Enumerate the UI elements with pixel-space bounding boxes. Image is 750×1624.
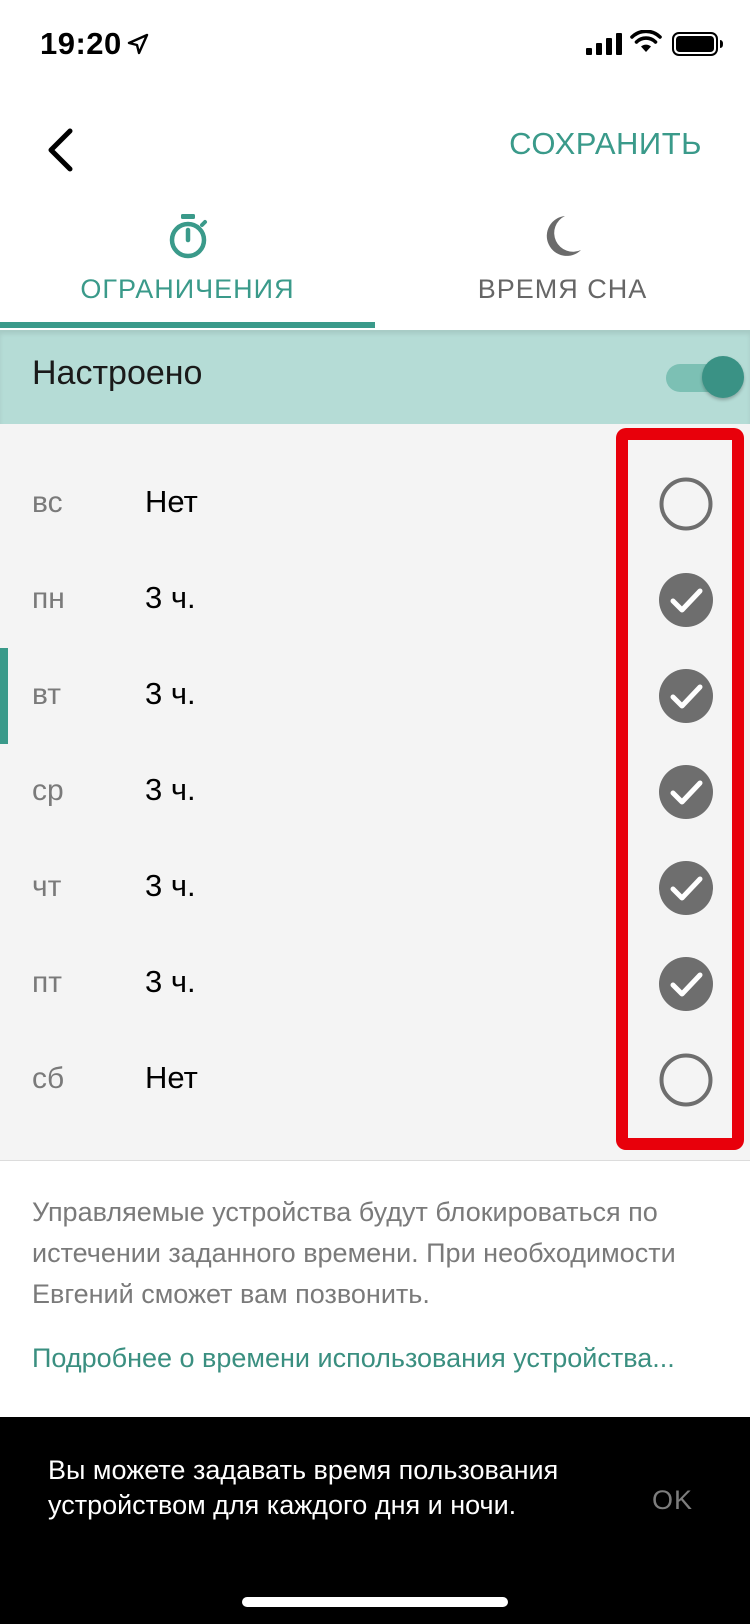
day-name: сб	[32, 1062, 65, 1095]
info-description: Управляемые устройства будут блокировать…	[32, 1197, 676, 1309]
day-row-thursday[interactable]: чт 3 ч.	[0, 840, 750, 936]
checked-circle-icon[interactable]	[658, 956, 714, 1012]
tab-selected-indicator	[0, 322, 375, 328]
configured-label: Настроено	[32, 354, 203, 392]
chevron-left-icon	[48, 128, 73, 172]
location-arrow-icon	[127, 33, 149, 55]
checked-circle-icon[interactable]	[658, 668, 714, 724]
checked-circle-icon[interactable]	[658, 572, 714, 628]
day-row-wednesday[interactable]: ср 3 ч.	[0, 744, 750, 840]
day-row-saturday[interactable]: сб Нет	[0, 1032, 750, 1128]
snackbar: Вы можете задавать время пользования уст…	[0, 1417, 750, 1624]
save-button[interactable]: СОХРАНИТЬ	[509, 126, 702, 162]
tab-limits-label: ОГРАНИЧЕНИЯ	[80, 274, 295, 304]
day-name: чт	[32, 870, 62, 903]
tab-sleep-label: ВРЕМЯ СНА	[477, 274, 648, 304]
tab-sleep-time[interactable]: ВРЕМЯ СНА	[375, 200, 750, 330]
day-limit-value: 3 ч.	[145, 580, 196, 615]
day-limit-value: Нет	[145, 484, 198, 519]
day-name: пт	[32, 966, 62, 999]
battery-icon	[672, 32, 723, 56]
cellular-signal-icon	[586, 33, 622, 55]
top-app-bar: СОХРАНИТЬ	[0, 92, 750, 200]
day-name: ср	[32, 774, 64, 807]
day-name: пн	[32, 582, 65, 615]
home-indicator[interactable]	[242, 1597, 508, 1607]
status-bar: 19:20	[0, 0, 750, 92]
status-time: 19:20	[40, 26, 122, 61]
unchecked-circle-icon[interactable]	[658, 476, 714, 532]
day-limit-value: 3 ч.	[145, 868, 196, 903]
day-row-monday[interactable]: пн 3 ч.	[0, 552, 750, 648]
snackbar-ok-button[interactable]: OK	[652, 1485, 693, 1516]
day-name: вт	[32, 678, 62, 711]
checked-circle-icon[interactable]	[658, 764, 714, 820]
toggle-thumb	[702, 356, 744, 398]
day-limit-value: 3 ч.	[145, 772, 196, 807]
day-name: вс	[32, 486, 63, 519]
day-row-friday[interactable]: пт 3 ч.	[0, 936, 750, 1032]
configured-row: Настроено	[0, 330, 750, 424]
day-limit-value: 3 ч.	[145, 676, 196, 711]
day-limit-value: 3 ч.	[145, 964, 196, 999]
tab-limits[interactable]: ОГРАНИЧЕНИЯ	[0, 200, 375, 330]
moon-icon	[546, 216, 581, 256]
learn-more-link[interactable]: Подробнее о времени использования устрой…	[32, 1338, 722, 1379]
day-row-tuesday[interactable]: вт 3 ч.	[0, 648, 750, 744]
configured-toggle[interactable]	[666, 356, 744, 398]
checked-circle-icon[interactable]	[658, 860, 714, 916]
back-button[interactable]	[30, 120, 90, 180]
days-list: вс Нет пн 3 ч. вт 3 ч. ср 3 ч. чт 3 ч. п…	[0, 424, 750, 1161]
unchecked-circle-icon[interactable]	[658, 1052, 714, 1108]
day-limit-value: Нет	[145, 1060, 198, 1095]
wifi-icon	[630, 30, 662, 52]
day-row-sunday[interactable]: вс Нет	[0, 456, 750, 552]
stopwatch-icon	[169, 214, 207, 259]
snackbar-message: Вы можете задавать время пользования уст…	[48, 1455, 559, 1520]
tab-bar: ОГРАНИЧЕНИЯ ВРЕМЯ СНА	[0, 200, 750, 330]
